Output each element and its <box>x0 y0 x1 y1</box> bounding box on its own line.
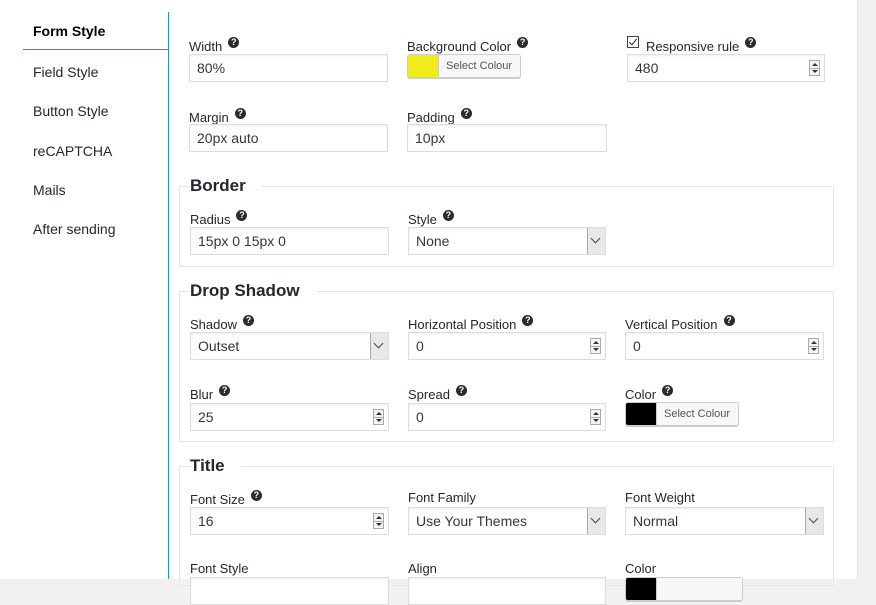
help-icon[interactable]: ? <box>219 385 231 396</box>
font-style-label: Font Style <box>190 561 249 576</box>
shadow-label: Shadow? <box>190 315 254 332</box>
border-heading: Border <box>190 176 262 196</box>
shadow-color-picker[interactable]: Select Colour <box>625 402 740 426</box>
sidebar-item-mails[interactable]: Mails <box>23 171 168 209</box>
responsive-rule-label: Responsive rule? <box>646 37 757 54</box>
sidebar-item-button-style[interactable]: Button Style <box>23 92 168 130</box>
select-colour-button-label <box>656 578 742 600</box>
settings-sidebar: Form Style Field Style Button Style reCA… <box>0 0 168 579</box>
help-icon[interactable]: ? <box>517 37 529 48</box>
help-icon[interactable]: ? <box>745 37 757 48</box>
help-icon[interactable]: ? <box>236 210 248 221</box>
responsive-rule-input[interactable]: 480 <box>627 54 825 82</box>
align-label: Align <box>408 561 437 576</box>
number-spinner[interactable] <box>590 338 601 354</box>
vertical-position-label: Vertical Position? <box>625 315 735 332</box>
sidebar-item-recaptcha[interactable]: reCAPTCHA <box>23 132 168 170</box>
title-color-picker[interactable] <box>625 577 743 601</box>
align-select[interactable] <box>408 577 606 605</box>
margin-input[interactable]: 20px auto <box>189 124 388 152</box>
help-icon[interactable]: ? <box>723 315 735 326</box>
font-style-select[interactable] <box>190 577 389 605</box>
responsive-rule-checkbox[interactable] <box>627 36 639 48</box>
blur-input[interactable]: 25 <box>190 403 389 431</box>
help-icon[interactable]: ? <box>234 108 246 119</box>
title-color-swatch <box>626 578 656 600</box>
padding-label: Padding? <box>407 108 472 125</box>
sidebar-item-field-style[interactable]: Field Style <box>23 53 168 91</box>
chevron-down-icon <box>587 228 605 254</box>
number-spinner[interactable] <box>590 409 601 425</box>
horizontal-position-input[interactable]: 0 <box>408 332 606 360</box>
background-color-swatch <box>408 55 438 77</box>
shadow-color-label: Color? <box>625 385 674 402</box>
radius-label: Radius? <box>190 210 248 227</box>
title-heading: Title <box>190 456 241 476</box>
horizontal-position-label: Horizontal Position? <box>408 315 534 332</box>
font-weight-label: Font Weight <box>625 490 695 505</box>
sidebar-divider <box>168 12 169 579</box>
help-icon[interactable]: ? <box>522 315 534 326</box>
font-size-input[interactable]: 16 <box>190 507 389 535</box>
sidebar-item-after-sending[interactable]: After sending <box>23 210 168 248</box>
select-colour-button-label: Select Colour <box>656 403 739 425</box>
title-color-label: Color <box>625 561 657 576</box>
chevron-down-icon <box>370 333 388 359</box>
width-input[interactable]: 80% <box>189 54 388 82</box>
margin-label: Margin? <box>189 108 246 125</box>
border-style-select[interactable]: None <box>408 227 606 255</box>
help-icon[interactable]: ? <box>442 210 454 221</box>
help-icon[interactable]: ? <box>250 490 262 501</box>
chevron-down-icon <box>587 508 605 534</box>
font-size-label: Font Size? <box>190 490 262 507</box>
radius-input[interactable]: 15px 0 15px 0 <box>190 227 389 255</box>
vertical-position-input[interactable]: 0 <box>625 332 824 360</box>
shadow-select[interactable]: Outset <box>190 332 389 360</box>
drop-shadow-heading: Drop Shadow <box>190 281 316 301</box>
width-label: Width? <box>189 37 240 54</box>
background-color-label: Background Color? <box>407 37 529 54</box>
number-spinner[interactable] <box>809 60 820 76</box>
help-icon[interactable]: ? <box>228 37 240 48</box>
border-style-label: Style? <box>408 210 454 227</box>
help-icon[interactable]: ? <box>455 385 467 396</box>
settings-panel: Form Style Field Style Button Style reCA… <box>0 0 858 605</box>
spread-input[interactable]: 0 <box>408 403 606 431</box>
blur-label: Blur? <box>190 385 231 402</box>
background-color-picker[interactable]: Select Colour <box>407 54 522 78</box>
chevron-down-icon <box>805 508 823 534</box>
number-spinner[interactable] <box>808 338 819 354</box>
font-family-label: Font Family <box>408 490 476 505</box>
font-weight-select[interactable]: Normal <box>625 507 824 535</box>
help-icon[interactable]: ? <box>662 385 674 396</box>
help-icon[interactable]: ? <box>242 315 254 326</box>
sidebar-item-form-style[interactable]: Form Style <box>23 12 168 50</box>
shadow-color-swatch <box>626 403 656 425</box>
font-family-select[interactable]: Use Your Themes <box>408 507 606 535</box>
number-spinner[interactable] <box>373 513 384 529</box>
spread-label: Spread? <box>408 385 467 402</box>
padding-input[interactable]: 10px <box>407 124 607 152</box>
number-spinner[interactable] <box>373 409 384 425</box>
help-icon[interactable]: ? <box>460 108 472 119</box>
select-colour-button-label: Select Colour <box>438 55 521 77</box>
